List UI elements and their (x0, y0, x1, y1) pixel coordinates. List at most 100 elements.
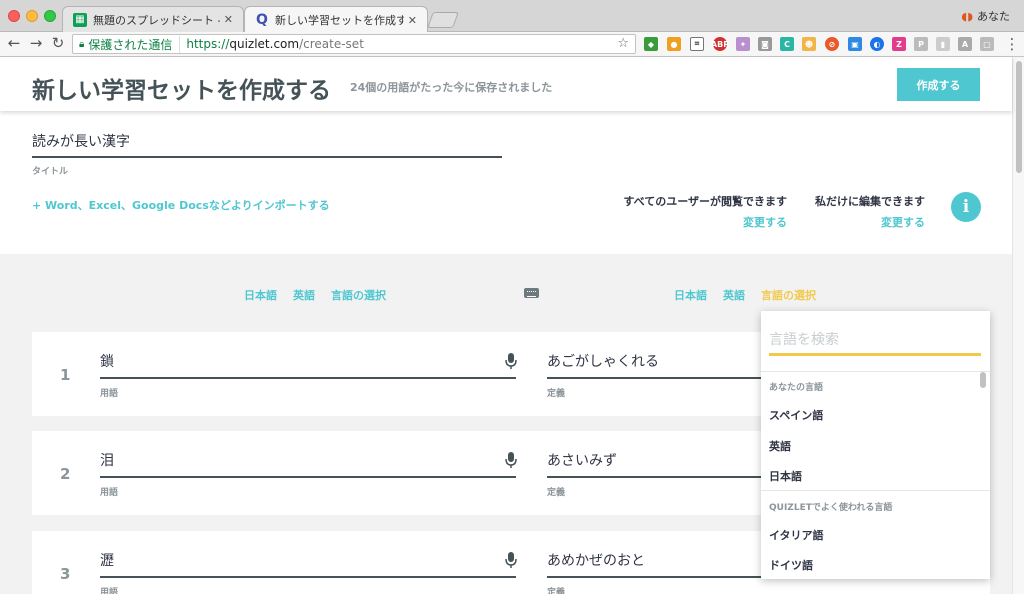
close-icon[interactable]: ✕ (408, 14, 417, 27)
info-icon[interactable]: i (951, 192, 981, 222)
language-option-german[interactable]: ドイツ語 (769, 557, 813, 573)
page-title: 新しい学習セットを作成する (32, 78, 331, 104)
extension-c-icon[interactable]: C (780, 37, 794, 51)
import-link[interactable]: + Word、Excel、Google Docsなどよりインポートする (32, 197, 330, 213)
term-label: 用語 (100, 488, 119, 498)
def-lang-english[interactable]: 英語 (723, 287, 745, 303)
language-dropdown: 言語を検索 あなたの言語 スペイン語 英語 日本語 QUIZLETでよく使われる… (761, 311, 990, 579)
profile-button[interactable]: ◖◗ あなた (961, 8, 1010, 24)
microphone-icon[interactable] (504, 451, 518, 469)
back-arrow-icon[interactable]: ← (6, 34, 22, 52)
new-tab-button[interactable] (427, 12, 459, 28)
visibility-setting: すべてのユーザーが閲覧できます 変更する (620, 193, 787, 230)
save-status: 24個の用語がたった今に保存されました (350, 81, 553, 94)
title-underline (32, 156, 502, 158)
language-search-input[interactable]: 言語を検索 (769, 329, 839, 349)
dropdown-scrollbar[interactable] (980, 372, 986, 388)
visibility-text: すべてのユーザーが閲覧できます (623, 195, 787, 208)
popular-languages-heading: QUIZLETでよく使われる言語 (769, 503, 893, 513)
browser-tab-strip: ▦ 無題のスプレッドシート - Goo ✕ Q 新しい学習セットを作成する | … (0, 0, 1024, 33)
definition-input[interactable]: あさいみず (547, 450, 617, 470)
card-number: 2 (60, 465, 71, 483)
term-lang-choose[interactable]: 言語の選択 (331, 287, 386, 303)
profile-name: あなた (977, 10, 1010, 23)
bookmark-star-icon[interactable]: ☆ (617, 36, 629, 51)
card-number: 3 (60, 565, 71, 583)
term-input[interactable]: 瀝 (100, 550, 114, 570)
term-input[interactable]: 鎖 (100, 351, 114, 371)
extension-feedly-icon[interactable]: ◆ (644, 37, 658, 51)
close-icon[interactable]: ✕ (224, 13, 233, 26)
edit-permission-text: 私だけに編集できます (815, 195, 925, 208)
close-window-button[interactable] (8, 10, 20, 22)
extension-icon[interactable]: ✦ (736, 37, 750, 51)
title-label: タイトル (32, 167, 69, 177)
maximize-window-button[interactable] (44, 10, 56, 22)
term-label: 用語 (100, 588, 119, 594)
keyboard-icon[interactable] (524, 288, 539, 298)
definition-label: 定義 (547, 588, 566, 594)
secure-label: 保護された通信 (88, 35, 181, 53)
definition-input[interactable]: あごがしゃくれる (547, 351, 659, 371)
minimize-window-button[interactable] (26, 10, 38, 22)
search-underline (769, 353, 981, 356)
extension-face-icon[interactable]: ☻ (802, 37, 816, 51)
url-scheme: https:// (186, 37, 230, 51)
term-lang-english[interactable]: 英語 (293, 287, 315, 303)
lock-icon: 🔒︎ (79, 38, 85, 50)
term-label: 用語 (100, 389, 119, 399)
definition-input[interactable]: あめかぜのおと (547, 550, 645, 570)
forward-arrow-icon[interactable]: → (28, 34, 44, 52)
set-title-input[interactable]: 読みが長い漢字 (32, 131, 130, 151)
language-option-japanese[interactable]: 日本語 (769, 468, 802, 484)
extension-icon[interactable]: ▣ (848, 37, 862, 51)
term-input[interactable]: 泪 (100, 450, 114, 470)
extension-z-icon[interactable]: Z (892, 37, 906, 51)
extension-icon[interactable]: P (914, 37, 928, 51)
address-bar[interactable]: 🔒︎ 保護された通信 https:// quizlet.com /create-… (72, 34, 636, 54)
card-number: 1 (60, 366, 71, 384)
browser-tab-quizlet[interactable]: Q 新しい学習セットを作成する | Q ✕ (244, 6, 428, 33)
term-underline (100, 476, 516, 478)
extension-icon[interactable]: ▮ (936, 37, 950, 51)
term-lang-japanese[interactable]: 日本語 (244, 287, 277, 303)
edit-permission-change-link[interactable]: 変更する (800, 214, 925, 230)
definition-label: 定義 (547, 389, 566, 399)
microphone-icon[interactable] (504, 352, 518, 370)
language-option-spanish[interactable]: スペイン語 (769, 407, 823, 423)
create-set-header: 新しい学習セットを作成する 24個の用語がたった今に保存されました 作成する (0, 57, 1012, 111)
visibility-change-link[interactable]: 変更する (620, 214, 787, 230)
extension-icon[interactable]: ◐ (870, 37, 884, 51)
edit-permission-setting: 私だけに編集できます 変更する (800, 193, 925, 230)
term-underline (100, 377, 516, 379)
browser-tab-spreadsheet[interactable]: ▦ 無題のスプレッドシート - Goo ✕ (62, 6, 244, 32)
extension-icon[interactable]: ⊘ (825, 37, 839, 51)
extension-icon[interactable]: ● (667, 37, 681, 51)
extension-icon[interactable]: A (958, 37, 972, 51)
scrollbar-thumb[interactable] (1016, 61, 1022, 173)
create-button[interactable]: 作成する (897, 68, 980, 101)
menu-icon[interactable]: ⋮ (1004, 35, 1020, 53)
extension-icon[interactable]: ▢ (980, 37, 994, 51)
definition-language-selector: 日本語 英語 言語の選択 (674, 287, 816, 303)
set-details-panel: 読みが長い漢字 タイトル + Word、Excel、Google Docsなどよ… (0, 111, 1012, 254)
microphone-icon[interactable] (504, 551, 518, 569)
extension-screenshot-icon[interactable]: ⌗ (690, 37, 704, 51)
reload-icon[interactable]: ↻ (50, 34, 66, 52)
term-language-selector: 日本語 英語 言語の選択 (244, 287, 386, 303)
def-lang-japanese[interactable]: 日本語 (674, 287, 707, 303)
url-path: /create-set (299, 37, 364, 51)
page-scrollbar[interactable] (1012, 57, 1024, 594)
quizlet-icon: Q (256, 12, 268, 28)
your-languages-heading: あなたの言語 (769, 383, 824, 393)
sheets-icon: ▦ (73, 12, 87, 27)
tab-title: 無題のスプレッドシート - Goo (93, 13, 220, 27)
camera-icon[interactable]: ◙ (758, 37, 772, 51)
term-underline (100, 576, 516, 578)
tab-title: 新しい学習セットを作成する | Q (275, 14, 404, 27)
profile-icon: ◖◗ (961, 9, 973, 23)
language-option-english[interactable]: 英語 (769, 438, 791, 454)
adblock-plus-icon[interactable]: ABP (711, 37, 729, 51)
def-lang-choose[interactable]: 言語の選択 (761, 287, 816, 303)
language-option-italian[interactable]: イタリア語 (769, 527, 824, 543)
